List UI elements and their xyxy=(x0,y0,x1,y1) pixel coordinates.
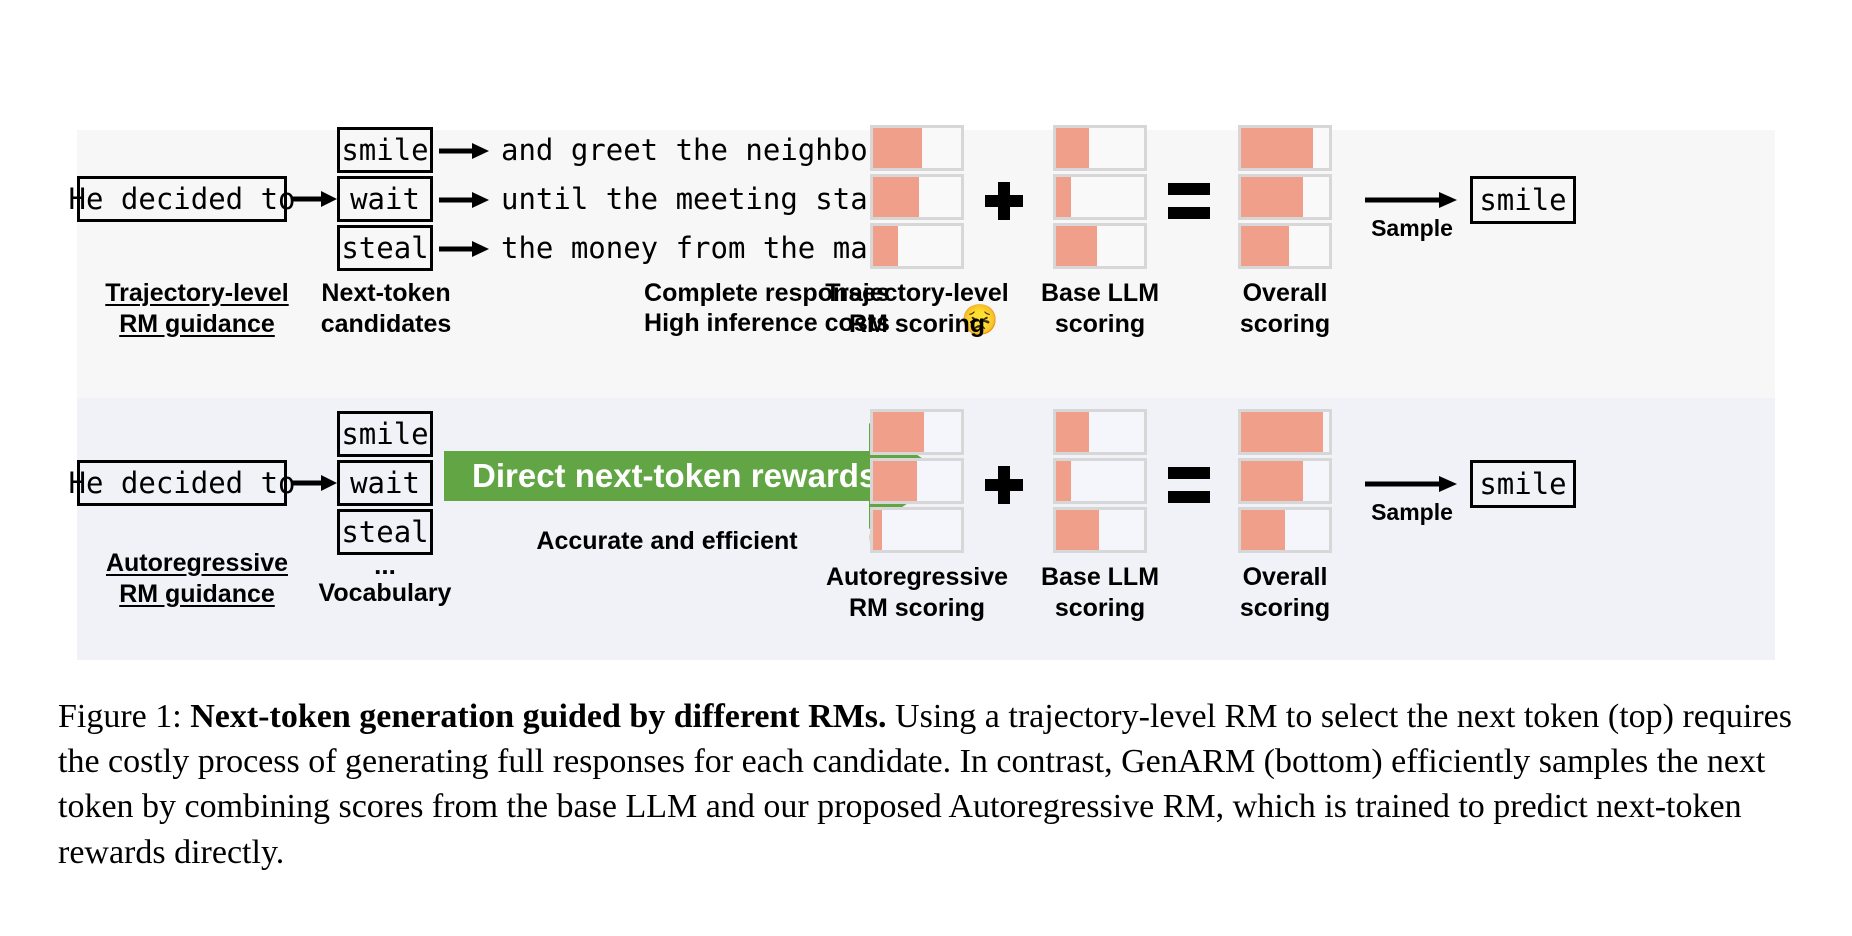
label-vocabulary: Vocabulary xyxy=(318,579,452,607)
label-autoregressive-rm-scoring: Autoregressive RM scoring xyxy=(825,563,1009,622)
bar-fill xyxy=(873,177,919,217)
prompt-box-bottom: He decided to xyxy=(69,460,296,506)
bar-rm-wait-bottom xyxy=(870,458,964,504)
candidate-box-smile-bottom: smile xyxy=(337,411,433,457)
figure-root: He decided to smile wait steal and greet… xyxy=(0,0,1852,936)
bar-base-smile-bottom xyxy=(1053,409,1147,455)
bar-rm-wait-top xyxy=(870,174,964,220)
bar-rm-smile-top xyxy=(870,125,964,171)
equals-operator-top xyxy=(1168,183,1210,219)
arrow-smile-to-response xyxy=(439,139,491,163)
sampled-token-box-bottom: smile xyxy=(1470,460,1576,508)
arrow-sample-top xyxy=(1365,188,1459,212)
bar-fill xyxy=(1241,510,1285,550)
candidate-box-steal-bottom: steal xyxy=(337,509,433,555)
bar-fill xyxy=(1241,412,1323,452)
label-base-llm-scoring-top: Base LLM scoring xyxy=(1040,279,1160,338)
label-overall-scoring-bottom: Overall scoring xyxy=(1239,563,1331,622)
label-sample-bottom: Sample xyxy=(1371,499,1453,525)
candidate-box-smile-top: smile xyxy=(337,127,433,173)
bar-rm-smile-bottom xyxy=(870,409,964,455)
bar-base-steal-top xyxy=(1053,223,1147,269)
label-next-token-candidates: Next-token candidates xyxy=(320,279,452,338)
bar-fill xyxy=(873,128,923,168)
label-overall-scoring-top: Overall scoring xyxy=(1239,279,1331,338)
bar-base-smile-top xyxy=(1053,125,1147,171)
bar-overall-steal-top xyxy=(1238,223,1332,269)
bar-fill xyxy=(873,461,917,501)
label-autoregressive-rm-guidance: Autoregressive RM guidance xyxy=(105,549,289,608)
label-sample-top: Sample xyxy=(1371,215,1453,241)
bar-fill xyxy=(1241,461,1303,501)
bar-base-wait-top xyxy=(1053,174,1147,220)
panel-trajectory-level: He decided to smile wait steal and greet… xyxy=(69,125,1775,398)
panel-autoregressive: He decided to smile wait steal ... Vocab… xyxy=(69,398,1775,660)
bar-fill xyxy=(873,226,898,266)
figure-caption: Figure 1: Next-token generation guided b… xyxy=(58,694,1798,875)
candidate-box-wait-top: wait xyxy=(337,176,433,222)
arrow-prompt-to-candidates-bottom xyxy=(291,471,339,495)
response-text-smile: and greet the neighbor. xyxy=(501,133,903,167)
bar-rm-steal-bottom xyxy=(870,507,964,553)
prompt-box-top: He decided to xyxy=(69,176,296,222)
bar-fill xyxy=(1241,128,1314,168)
sampled-token-box-top: smile xyxy=(1470,176,1576,224)
green-arrow-label: Direct next-token rewards xyxy=(472,457,878,494)
bar-fill xyxy=(1241,226,1290,266)
caption-prefix: Figure 1: xyxy=(58,698,191,735)
arrow-prompt-to-candidates-top xyxy=(291,187,339,211)
response-text-steal: the money from the man. xyxy=(501,231,903,265)
equals-operator-bottom xyxy=(1168,467,1210,503)
vocabulary-ellipsis: ... xyxy=(374,550,396,580)
bar-overall-steal-bottom xyxy=(1238,507,1332,553)
candidate-box-steal-top: steal xyxy=(337,225,433,271)
bar-base-steal-bottom xyxy=(1053,507,1147,553)
bar-fill xyxy=(1056,412,1090,452)
arrow-steal-to-response xyxy=(439,237,491,261)
plus-operator-bottom xyxy=(985,466,1023,504)
bar-overall-wait-top xyxy=(1238,174,1332,220)
candidate-box-wait-bottom: wait xyxy=(337,460,433,506)
benefit-note: Accurate and efficient xyxy=(536,527,798,555)
caption-bold-title: Next-token generation guided by differen… xyxy=(190,698,887,735)
arrow-wait-to-response xyxy=(439,188,491,212)
bar-fill xyxy=(1056,177,1071,217)
bar-fill xyxy=(1056,461,1071,501)
bar-overall-smile-top xyxy=(1238,125,1332,171)
bar-rm-steal-top xyxy=(870,223,964,269)
label-trajectory-rm-scoring: Trajectory-level RM scoring xyxy=(825,279,1009,338)
bar-overall-smile-bottom xyxy=(1238,409,1332,455)
plus-operator-top xyxy=(985,182,1023,220)
label-base-llm-scoring-bottom: Base LLM scoring xyxy=(1040,563,1160,622)
bar-fill xyxy=(873,412,925,452)
arrow-sample-bottom xyxy=(1365,472,1459,496)
bar-base-wait-bottom xyxy=(1053,458,1147,504)
bar-fill xyxy=(1056,226,1098,266)
bar-fill xyxy=(1241,177,1303,217)
bar-fill xyxy=(1056,128,1090,168)
bar-overall-wait-bottom xyxy=(1238,458,1332,504)
bar-fill xyxy=(873,510,882,550)
bar-fill xyxy=(1056,510,1100,550)
